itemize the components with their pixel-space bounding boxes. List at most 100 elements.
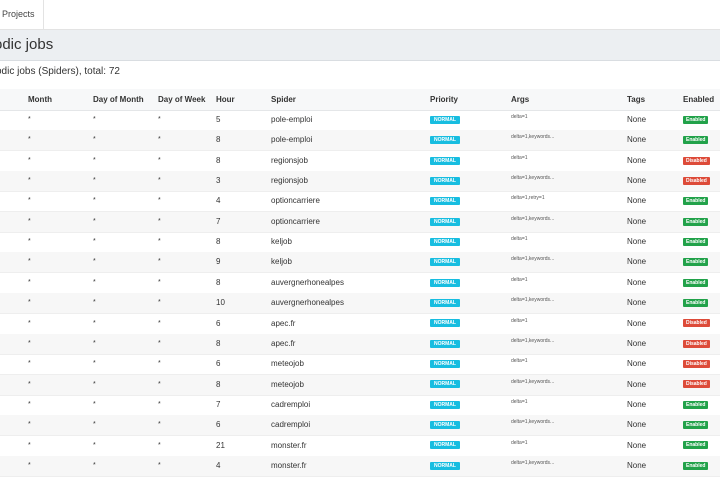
enabled-status-badge[interactable]: Enabled	[683, 197, 709, 206]
nav-tab-projects[interactable]: Projects	[0, 0, 44, 29]
priority-badge[interactable]: NORMAL	[430, 197, 460, 206]
priority-badge[interactable]: NORMAL	[430, 441, 460, 450]
cell-day-of-month: *	[93, 177, 96, 185]
cell-tags: None	[627, 420, 647, 430]
cell-priority: NORMAL	[430, 151, 460, 171]
cell-day-of-month: *	[93, 319, 96, 327]
enabled-status-badge[interactable]: Disabled	[683, 156, 710, 165]
cell-day-of-month: *	[93, 339, 96, 347]
enabled-status-badge[interactable]: Enabled	[683, 217, 709, 226]
cell-spider: cadremploi	[271, 420, 311, 430]
cell-hour: 21	[216, 440, 225, 450]
column-header-day-of-month[interactable]: Day of Month	[93, 89, 144, 110]
cell-tags: None	[627, 155, 647, 165]
cell-tags: None	[627, 196, 647, 206]
cell-day-of-week: *	[158, 177, 161, 185]
enabled-status-badge[interactable]: Enabled	[683, 421, 709, 430]
enabled-status-badge[interactable]: Disabled	[683, 176, 710, 185]
cell-spider: keljob	[271, 257, 292, 267]
priority-badge[interactable]: NORMAL	[430, 380, 460, 389]
priority-badge[interactable]: NORMAL	[430, 217, 460, 226]
cell-hour: 6	[216, 420, 221, 430]
cell-hour: 4	[216, 196, 221, 206]
column-header-day-of-week[interactable]: Day of Week	[158, 89, 205, 110]
column-header-enabled[interactable]: Enabled	[683, 89, 714, 110]
cell-month: *	[28, 339, 31, 347]
cell-tags: None	[627, 277, 647, 287]
cell-day-of-month: *	[93, 461, 96, 469]
cell-month: *	[28, 360, 31, 368]
table-row: * * * 7 cadremploi NORMAL delta=1 None Enabled	[0, 395, 720, 416]
enabled-status-badge[interactable]: Enabled	[683, 441, 709, 450]
priority-badge[interactable]: NORMAL	[430, 176, 460, 185]
priority-badge[interactable]: NORMAL	[430, 421, 460, 430]
cell-tags: None	[627, 216, 647, 226]
cell-hour: 8	[216, 155, 221, 165]
priority-badge[interactable]: NORMAL	[430, 339, 460, 348]
table-row: * * * 6 cadremploi NORMAL delta=1,keywords... N…	[0, 415, 720, 437]
cell-day-of-month: *	[93, 116, 96, 123]
cell-priority: NORMAL	[430, 232, 460, 252]
table-row: * * * 8 regionsjob NORMAL delta=1 None Disabled	[0, 151, 720, 172]
enabled-status-badge[interactable]: Enabled	[683, 136, 709, 145]
cell-args: delta=1,keywords...	[511, 459, 555, 466]
priority-badge[interactable]: NORMAL	[430, 258, 460, 267]
cell-hour: 3	[216, 176, 221, 186]
priority-badge[interactable]: NORMAL	[430, 237, 460, 246]
column-header-hour[interactable]: Hour	[216, 89, 235, 110]
enabled-status-badge[interactable]: Disabled	[683, 319, 710, 328]
cell-priority: NORMAL	[430, 212, 460, 232]
enabled-status-badge[interactable]: Enabled	[683, 258, 709, 267]
cell-month: *	[28, 421, 31, 429]
cell-priority: NORMAL	[430, 375, 460, 395]
cell-month: *	[28, 319, 31, 327]
enabled-status-badge[interactable]: Disabled	[683, 339, 710, 348]
column-header-priority[interactable]: Priority	[430, 89, 458, 110]
priority-badge[interactable]: NORMAL	[430, 136, 460, 145]
table-row: * * * 3 regionsjob NORMAL delta=1,keywords... N…	[0, 171, 720, 193]
cell-priority: NORMAL	[430, 395, 460, 415]
table-row: * * * 6 meteojob NORMAL delta=1 None Disabled	[0, 354, 720, 376]
column-header-args[interactable]: Args	[511, 89, 529, 110]
cell-args: delta=1	[511, 236, 528, 243]
enabled-status-badge[interactable]: Disabled	[683, 380, 710, 389]
priority-badge[interactable]: NORMAL	[430, 115, 460, 124]
cell-enabled: Disabled	[683, 314, 710, 334]
cell-day-of-week: *	[158, 421, 161, 429]
priority-badge[interactable]: NORMAL	[430, 299, 460, 308]
cell-spider: regionsjob	[271, 155, 308, 165]
cell-priority: NORMAL	[430, 171, 460, 191]
priority-badge[interactable]: NORMAL	[430, 156, 460, 165]
priority-badge[interactable]: NORMAL	[430, 319, 460, 328]
table-row: * * * 10 auvergnerhonealpes NORMAL delta=1,key…	[0, 293, 720, 315]
cell-month: *	[28, 238, 31, 246]
enabled-status-badge[interactable]: Enabled	[683, 400, 709, 409]
cell-day-of-month: *	[93, 156, 96, 164]
cell-hour: 8	[216, 379, 221, 389]
priority-badge[interactable]: NORMAL	[430, 400, 460, 409]
column-header-month[interactable]: Month	[28, 89, 52, 110]
cell-enabled: Enabled	[683, 456, 709, 476]
column-header-spider[interactable]: Spider	[271, 89, 296, 110]
cell-day-of-month: *	[93, 217, 96, 225]
cell-day-of-week: *	[158, 461, 161, 469]
enabled-status-badge[interactable]: Disabled	[683, 360, 710, 369]
enabled-status-badge[interactable]: Enabled	[683, 278, 709, 287]
cell-month: *	[28, 400, 31, 408]
cell-priority: NORMAL	[430, 354, 460, 374]
cell-hour: 4	[216, 460, 221, 470]
cell-month: *	[28, 461, 31, 469]
cell-tags: None	[627, 115, 647, 124]
cell-priority: NORMAL	[430, 191, 460, 211]
cell-args: delta=1	[511, 114, 528, 120]
priority-badge[interactable]: NORMAL	[430, 461, 460, 470]
priority-badge[interactable]: NORMAL	[430, 278, 460, 287]
cell-month: *	[28, 197, 31, 205]
enabled-status-badge[interactable]: Enabled	[683, 461, 709, 470]
enabled-status-badge[interactable]: Enabled	[683, 237, 709, 246]
enabled-status-badge[interactable]: Enabled	[683, 299, 709, 308]
column-header-tags[interactable]: Tags	[627, 89, 645, 110]
enabled-status-badge[interactable]: Enabled	[683, 115, 709, 124]
cell-args: delta=1	[511, 439, 528, 446]
priority-badge[interactable]: NORMAL	[430, 360, 460, 369]
